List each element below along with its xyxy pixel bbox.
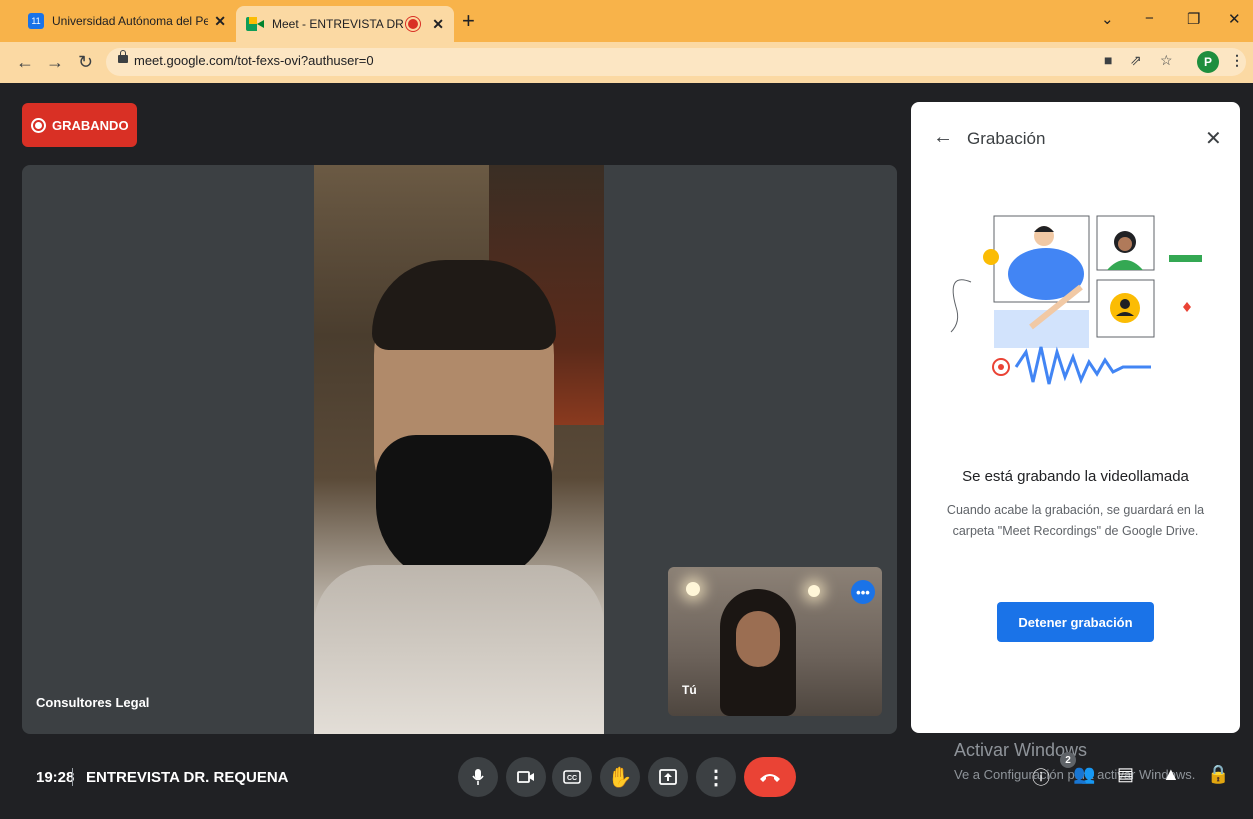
stop-recording-button[interactable]: Detener grabación [997, 602, 1154, 642]
captions-button[interactable]: CC [552, 757, 592, 797]
recording-label: GRABANDO [52, 117, 129, 133]
recording-description: Cuando acabe la grabación, se guardará e… [946, 503, 1205, 538]
present-button[interactable] [648, 757, 688, 797]
hand-icon: ✋ [607, 766, 633, 789]
camera-in-use-icon[interactable]: ■ [1104, 52, 1112, 68]
participant-name: Consultores Legal [36, 695, 150, 710]
profile-avatar[interactable]: P [1197, 51, 1219, 73]
microphone-icon [472, 769, 484, 785]
panel-title: Grabación [967, 129, 1046, 148]
close-panel-icon[interactable]: ✕ [1205, 126, 1222, 151]
recording-panel: ← Grabación ✕ Se está grabando la videol… [911, 102, 1240, 733]
microphone-button[interactable] [458, 757, 498, 797]
participant-video [314, 165, 604, 734]
camera-icon [517, 771, 534, 783]
share-icon[interactable]: ⇗ [1130, 52, 1142, 69]
browser-tab-bar: 11 Universidad Autónoma del Perú ✕ Meet … [0, 0, 1253, 42]
tab-title: Meet - ENTREVISTA DR. REQ [272, 17, 404, 31]
back-icon[interactable]: ← [16, 52, 34, 73]
meet-icon [246, 17, 264, 31]
leave-call-button[interactable] [744, 757, 796, 797]
raise-hand-button[interactable]: ✋ [600, 757, 640, 797]
svg-text:CC: CC [567, 775, 577, 782]
tab-meet[interactable]: Meet - ENTREVISTA DR. REQ ✕ [236, 6, 454, 42]
tab-search-icon[interactable]: ⌄ [1101, 10, 1114, 28]
more-vert-icon: ⋮ [706, 766, 726, 789]
closed-captions-icon: CC [563, 770, 581, 784]
record-icon [31, 117, 46, 133]
back-arrow-icon[interactable]: ← [933, 126, 953, 149]
self-name: Tú [682, 683, 697, 697]
close-window-button[interactable]: ✕ [1228, 10, 1241, 28]
recording-illustration [950, 215, 1202, 385]
meeting-time: 19:28 [36, 769, 75, 786]
more-options-button[interactable]: ⋮ [696, 757, 736, 797]
chat-icon[interactable]: ▤ [1117, 764, 1134, 785]
minimize-button[interactable]: − [1145, 10, 1154, 27]
forward-icon[interactable]: → [46, 52, 64, 73]
restore-button[interactable]: ❐ [1187, 10, 1200, 28]
more-options-icon[interactable]: ••• [851, 580, 875, 604]
recording-badge[interactable]: GRABANDO [22, 103, 137, 147]
tab-universidad[interactable]: 11 Universidad Autónoma del Perú ✕ [18, 6, 236, 36]
tab-title: Universidad Autónoma del Perú [52, 14, 209, 28]
url-text[interactable]: meet.google.com/tot-fexs-ovi?authuser=0 [134, 53, 374, 68]
close-tab-icon[interactable]: ✕ [214, 13, 226, 30]
calendar-icon: 11 [28, 13, 44, 29]
recording-indicator-icon [408, 19, 419, 29]
hang-up-icon [760, 774, 780, 782]
close-tab-icon[interactable]: ✕ [432, 16, 444, 33]
present-screen-icon [659, 769, 677, 785]
host-controls-icon[interactable]: 🔒 [1207, 764, 1229, 785]
recording-heading: Se está grabando la videollamada [962, 468, 1189, 485]
self-view-tile[interactable]: ••• Tú [668, 567, 882, 716]
divider [72, 768, 73, 786]
activities-icon[interactable]: ▲ [1162, 764, 1180, 785]
reload-icon[interactable]: ↻ [78, 52, 93, 73]
people-icon[interactable]: 👥 [1073, 764, 1095, 785]
new-tab-button[interactable]: + [462, 8, 475, 34]
camera-button[interactable] [506, 757, 546, 797]
meeting-details-icon[interactable]: ⓘ [1032, 764, 1050, 790]
participants-count-badge: 2 [1060, 752, 1076, 768]
meeting-name: ENTREVISTA DR. REQUENA [86, 769, 289, 786]
lock-icon[interactable] [118, 50, 128, 63]
browser-menu-icon[interactable]: ⋮ [1230, 52, 1244, 69]
bookmark-star-icon[interactable]: ☆ [1160, 52, 1173, 69]
